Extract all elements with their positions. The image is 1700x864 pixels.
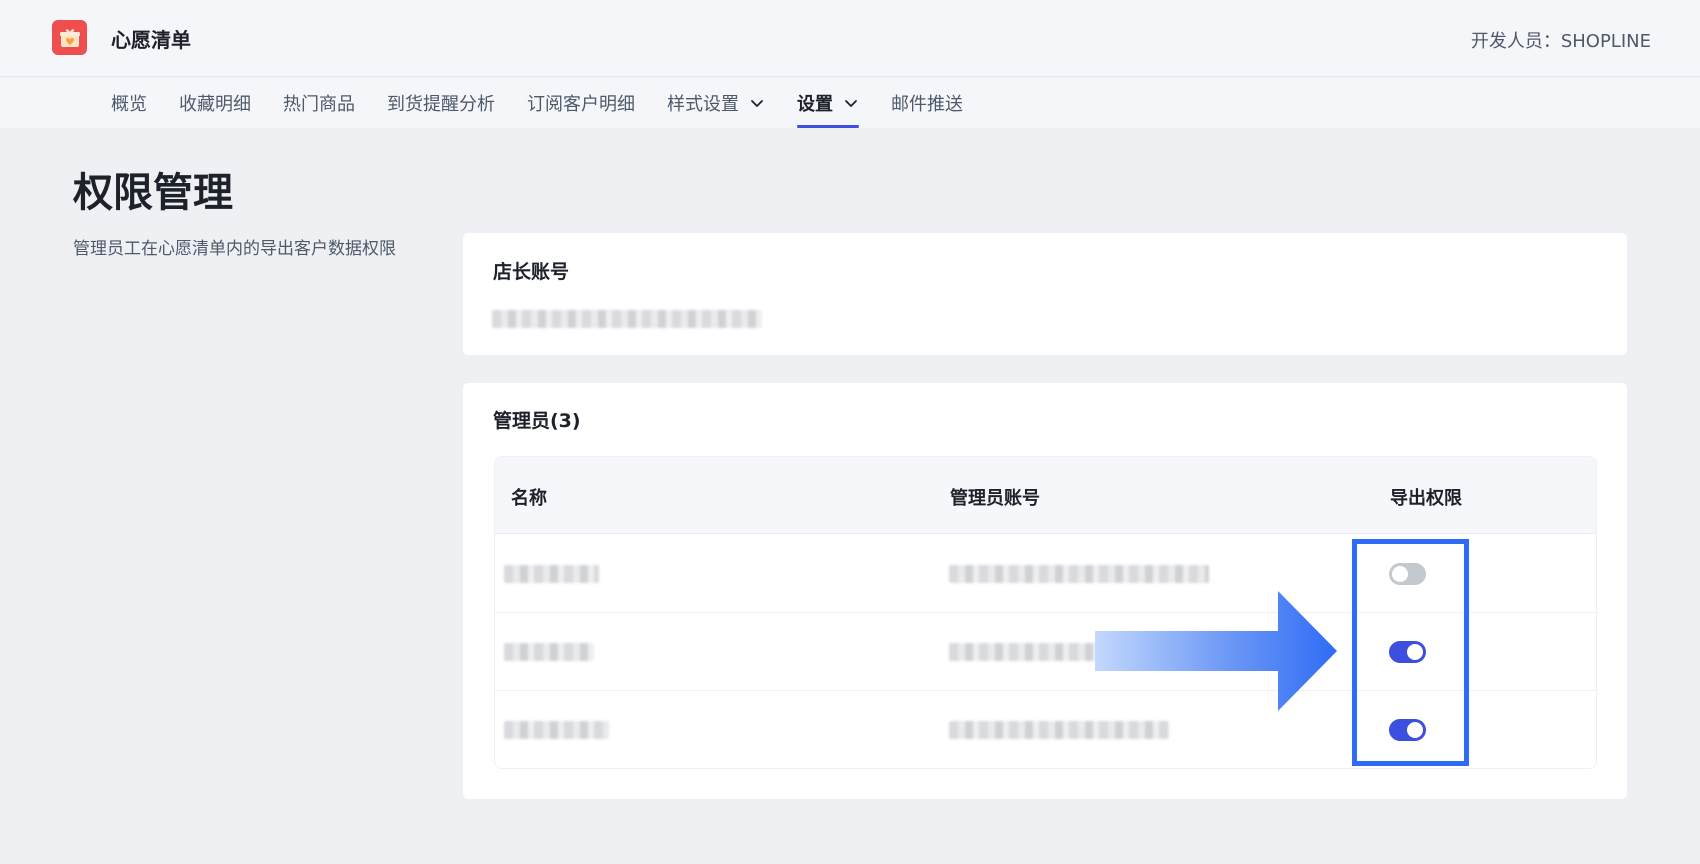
owner-account-redacted — [492, 310, 762, 328]
chevron-down-icon — [749, 95, 765, 111]
admin-account-redacted — [949, 643, 1099, 661]
admin-card: 管理员(3) 名称 管理员账号 导出权限 — [463, 383, 1627, 799]
admin-name-redacted — [504, 643, 594, 661]
nav-bar: 概览 收藏明细 热门商品 到货提醒分析 订阅客户明细 样式设置 设置 邮件推送 — [0, 78, 1700, 128]
tab-label: 收藏明细 — [179, 94, 251, 115]
tab-subscriber-detail[interactable]: 订阅客户明细 — [511, 78, 651, 128]
tab-label: 热门商品 — [283, 94, 355, 115]
developer-label: 开发人员：SHOPLINE — [1470, 31, 1651, 52]
table-row — [495, 613, 1596, 691]
tab-settings[interactable]: 设置 — [781, 78, 875, 128]
tab-label: 邮件推送 — [891, 94, 963, 115]
tab-email-push[interactable]: 邮件推送 — [875, 78, 979, 128]
tab-style-settings[interactable]: 样式设置 — [651, 78, 781, 128]
nav-tabs: 概览 收藏明细 热门商品 到货提醒分析 订阅客户明细 样式设置 设置 邮件推送 — [95, 78, 979, 128]
tab-label: 设置 — [797, 94, 833, 115]
owner-account-card: 店长账号 — [463, 233, 1627, 355]
toggle-knob — [1407, 644, 1423, 660]
admin-card-title: 管理员(3) — [493, 410, 581, 432]
export-permission-toggle[interactable] — [1389, 641, 1426, 663]
tab-label: 样式设置 — [667, 94, 739, 115]
export-permission-toggle[interactable] — [1389, 719, 1426, 741]
tab-popular-products[interactable]: 热门商品 — [267, 78, 371, 128]
tab-label: 到货提醒分析 — [387, 94, 495, 115]
tab-label: 概览 — [111, 94, 147, 115]
column-header-export: 导出权限 — [1390, 488, 1462, 509]
tab-favorites-detail[interactable]: 收藏明细 — [163, 78, 267, 128]
table-row — [495, 535, 1596, 613]
owner-card-title: 店长账号 — [493, 261, 570, 283]
tab-restock-analysis[interactable]: 到货提醒分析 — [371, 78, 511, 128]
admin-name-redacted — [504, 565, 599, 583]
column-header-account: 管理员账号 — [950, 488, 1040, 509]
admin-table: 名称 管理员账号 导出权限 — [494, 456, 1597, 769]
admin-name-redacted — [504, 721, 609, 739]
tab-overview[interactable]: 概览 — [95, 78, 163, 128]
page-description: 管理员工在心愿清单内的导出客户数据权限 — [73, 239, 396, 259]
admin-account-redacted — [949, 565, 1209, 583]
tab-label: 订阅客户明细 — [527, 94, 635, 115]
admin-account-redacted — [949, 721, 1169, 739]
gift-icon — [52, 20, 87, 55]
toggle-knob — [1407, 722, 1423, 738]
column-header-name: 名称 — [511, 488, 547, 509]
app-title: 心愿清单 — [111, 28, 191, 52]
page-title: 权限管理 — [73, 170, 233, 216]
export-permission-toggle[interactable] — [1389, 563, 1426, 585]
top-bar: 心愿清单 开发人员：SHOPLINE — [0, 0, 1700, 77]
chevron-down-icon — [843, 95, 859, 111]
table-header: 名称 管理员账号 导出权限 — [495, 457, 1596, 534]
toggle-knob — [1392, 566, 1408, 582]
table-row — [495, 691, 1596, 768]
